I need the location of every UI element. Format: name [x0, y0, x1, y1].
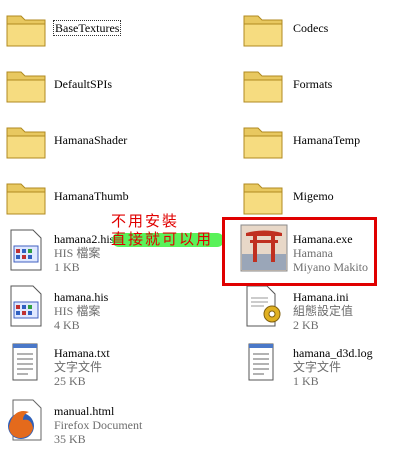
his-file-icon [10, 229, 42, 271]
his-file-icon [10, 285, 42, 327]
file-size: 25 KB [54, 374, 86, 388]
file-type: 文字文件 [293, 360, 342, 374]
file-size: 1 KB [54, 260, 80, 274]
file-name: DefaultSPIs [54, 77, 112, 91]
firefox-document-icon [8, 399, 42, 441]
annotation-line-2: 直接就可以用 [111, 232, 214, 248]
file-name: Migemo [293, 189, 334, 203]
file-name: HamanaThumb [54, 189, 129, 203]
file-type: HIS 檔案 [54, 246, 101, 260]
file-name: BaseTextures [52, 20, 122, 36]
annotation-box [222, 217, 377, 286]
folder-icon [6, 183, 46, 215]
settings-file-icon [246, 285, 281, 327]
file-type: HIS 檔案 [54, 304, 101, 318]
folder-icon [6, 71, 46, 103]
file-name: manual.html [54, 404, 115, 418]
file-type: 文字文件 [54, 360, 103, 374]
folder-icon [243, 183, 283, 215]
annotation-line-1: 不用安裝 [111, 214, 180, 230]
file-name: hamana.his [54, 290, 109, 304]
file-type: Firefox Document [54, 418, 143, 432]
file-name: Codecs [293, 21, 329, 35]
folder-icon [243, 15, 283, 47]
file-name: Hamana.ini [293, 290, 349, 304]
folder-icon [6, 15, 46, 47]
file-name: HamanaShader [54, 133, 128, 147]
file-name: HamanaTemp [293, 133, 361, 147]
text-file-icon [248, 343, 274, 381]
file-size: 1 KB [293, 374, 319, 388]
file-type: 組態設定值 [293, 304, 354, 318]
folder-icon [6, 127, 46, 159]
file-size: 2 KB [293, 318, 319, 332]
folder-icon [243, 127, 283, 159]
file-name: hamana_d3d.log [293, 346, 373, 360]
folder-icon [243, 71, 283, 103]
text-file-icon [12, 343, 38, 381]
file-name: hamana2.his [54, 232, 115, 246]
annotation-note: 不用安裝 直接就可以用 [111, 213, 213, 249]
file-size: 4 KB [54, 318, 80, 332]
file-name: Formats [293, 77, 333, 91]
file-size: 35 KB [54, 432, 86, 446]
file-name: Hamana.txt [54, 346, 110, 360]
